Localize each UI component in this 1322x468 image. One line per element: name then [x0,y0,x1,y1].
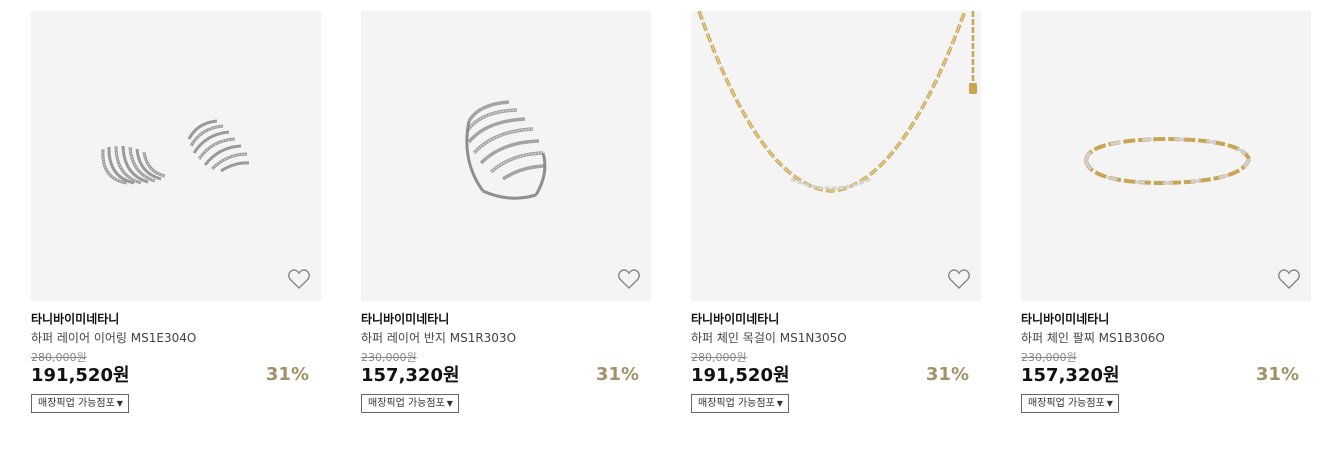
sale-price: 157,320원 [1021,365,1120,386]
sale-price: 157,320원 [361,365,460,386]
product-name[interactable]: 하퍼 체인 목걸이 MS1N305O [691,330,981,346]
discount-rate: 31% [1255,364,1299,385]
caret-down-icon: ▼ [116,399,123,408]
store-pickup-label: 매장픽업 가능점포 [368,398,445,409]
earring-image [101,119,250,185]
brand-name: 타니바이미네타니 [361,312,450,326]
store-pickup-button[interactable]: 매장픽업 가능점포 ▼ [31,394,129,413]
product-image-bracelet[interactable] [1021,11,1311,301]
brand-name: 타니바이미네타니 [691,312,780,326]
store-pickup-label: 매장픽업 가능점포 [698,398,775,409]
store-pickup-button[interactable]: 매장픽업 가능점포 ▼ [1021,394,1119,413]
product-card[interactable]: 타니바이미네타니 하퍼 레이어 이어링 MS1E304O 280,000원 19… [31,11,321,413]
sale-price: 191,520원 [31,365,130,386]
price-row: 191,520원 31% [691,364,981,389]
caret-down-icon: ▼ [1106,399,1113,408]
heart-icon[interactable] [1277,267,1301,291]
product-image-necklace[interactable] [691,11,981,301]
original-price: 280,000원 [31,351,87,364]
heart-icon[interactable] [617,267,641,291]
product-card[interactable]: 타니바이미네타니 하퍼 레이어 반지 MS1R303O 230,000원 157… [361,11,651,413]
product-card[interactable]: 타니바이미네타니 하퍼 체인 팔찌 MS1B306O 230,000원 157,… [1021,11,1311,413]
necklace-image [697,11,977,193]
original-price: 230,000원 [361,351,417,364]
product-name[interactable]: 하퍼 레이어 반지 MS1R303O [361,330,651,346]
discount-rate: 31% [925,364,969,385]
store-pickup-label: 매장픽업 가능점포 [38,398,115,409]
price-row: 191,520원 31% [31,364,321,389]
discount-rate: 31% [595,364,639,385]
product-grid: 타니바이미네타니 하퍼 레이어 이어링 MS1E304O 280,000원 19… [0,0,1322,468]
heart-icon[interactable] [947,267,971,291]
price-row: 157,320원 31% [361,364,651,389]
original-price: 280,000원 [691,351,747,364]
brand-name: 타니바이미네타니 [31,312,120,326]
product-card[interactable]: 타니바이미네타니 하퍼 체인 목걸이 MS1N305O 280,000원 191… [691,11,981,413]
brand-name: 타니바이미네타니 [1021,312,1110,326]
store-pickup-button[interactable]: 매장픽업 가능점포 ▼ [361,394,459,413]
discount-rate: 31% [265,364,309,385]
product-name[interactable]: 하퍼 레이어 이어링 MS1E304O [31,330,321,346]
heart-icon[interactable] [287,267,311,291]
product-image-ring[interactable] [361,11,651,301]
product-image-earring[interactable] [31,11,321,301]
ring-image [465,100,547,200]
store-pickup-button[interactable]: 매장픽업 가능점포 ▼ [691,394,789,413]
bracelet-image [1084,136,1251,186]
store-pickup-label: 매장픽업 가능점포 [1028,398,1105,409]
caret-down-icon: ▼ [446,399,453,408]
product-name[interactable]: 하퍼 체인 팔찌 MS1B306O [1021,330,1311,346]
sale-price: 191,520원 [691,365,790,386]
original-price: 230,000원 [1021,351,1077,364]
caret-down-icon: ▼ [776,399,783,408]
price-row: 157,320원 31% [1021,364,1311,389]
